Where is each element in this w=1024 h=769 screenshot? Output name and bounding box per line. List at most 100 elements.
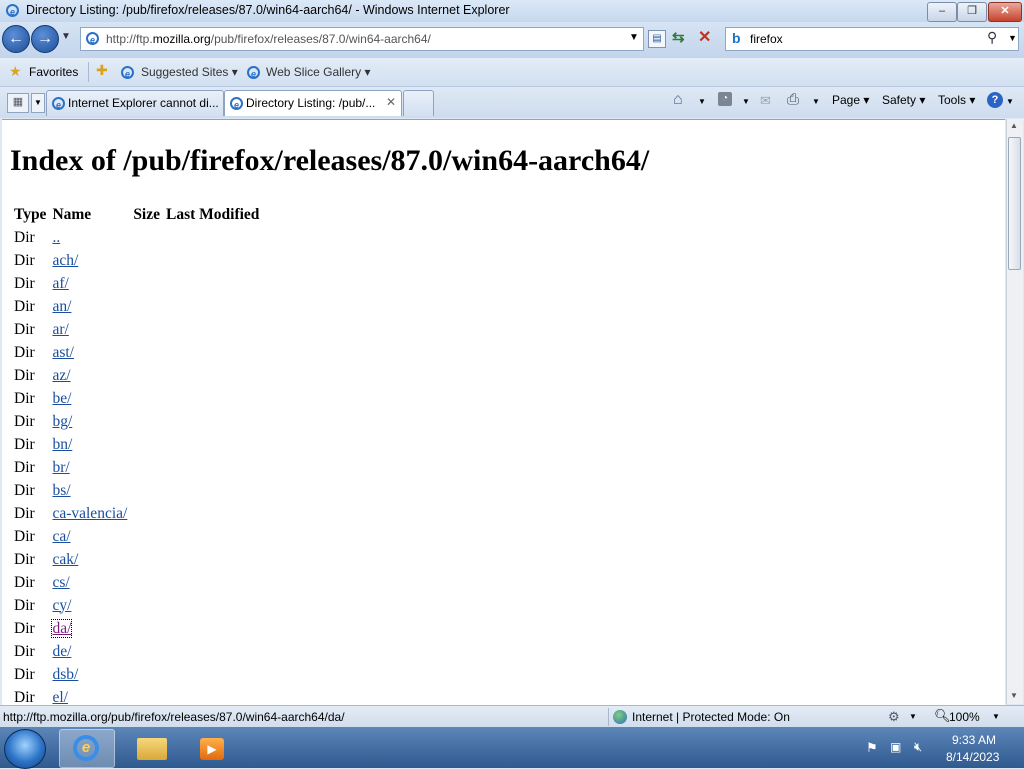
page-menu-label: Page [832,93,861,107]
quick-tabs-icon[interactable]: ▦ [7,93,29,113]
maximize-button[interactable]: ❐ [957,2,987,22]
page-menu-button[interactable]: Page ▾ [832,93,869,107]
entry-type: Dir [14,435,35,453]
entry-type: Dir [14,619,35,637]
entry-type: Dir [14,251,35,269]
address-dropdown-icon[interactable]: ▼ [629,32,639,43]
print-dropdown-icon[interactable]: ▼ [812,97,820,106]
close-tab-icon[interactable]: ✕ [386,95,396,109]
entry-name-cell: bn/ [50,434,129,455]
directory-link[interactable]: el/ [52,689,68,706]
zoom-dropdown-icon[interactable]: ▼ [992,712,1000,721]
taskbar-windows-explorer[interactable] [124,729,180,768]
directory-link[interactable]: de/ [52,643,71,660]
volume-muted-icon[interactable]: 🔇︎ [914,739,922,755]
directory-link[interactable]: cy/ [52,597,71,614]
entry-type: Dir [14,274,35,292]
clock-time[interactable]: 9:33 AM [952,733,996,747]
table-row: Dir bg/ [12,411,261,432]
directory-link[interactable]: bn/ [52,436,72,453]
new-tab-button[interactable] [403,90,434,116]
table-row: Dir be/ [12,388,261,409]
action-center-flag-icon[interactable]: ⚑ [866,740,878,756]
favorites-star-icon: ★ [9,63,22,79]
home-icon[interactable]: ⌂ [673,91,683,109]
print-icon[interactable]: ⎙ [787,91,799,108]
directory-link[interactable]: ast/ [52,344,74,361]
directory-link[interactable]: cak/ [52,551,78,568]
directory-link[interactable]: be/ [52,390,71,407]
feeds-icon[interactable]: ◔ [718,92,732,106]
read-mail-icon[interactable]: ✉ [760,93,771,109]
table-row: Dir cs/ [12,572,261,593]
close-window-button[interactable]: ✕ [988,2,1022,22]
directory-link[interactable]: ach/ [52,252,78,269]
navigation-bar: ← → ▼ e http://ftp.mozilla.org/pub/firef… [0,22,1024,58]
taskbar-media-player[interactable]: ▶ [183,729,239,768]
taskbar-internet-explorer[interactable]: e [59,729,115,768]
tab-label: Internet Explorer cannot di... [68,96,219,110]
compatibility-view-icon[interactable]: ▤ [648,30,666,48]
tab-directory-listing[interactable]: e Directory Listing: /pub/... ✕ [224,90,402,116]
search-input[interactable]: firefox [750,32,783,46]
forward-button[interactable]: → [31,25,59,53]
address-url[interactable]: http://ftp.mozilla.org/pub/firefox/relea… [106,32,431,46]
add-to-favorites-bar-icon[interactable]: ✚ [96,62,108,79]
directory-link[interactable]: ca-valencia/ [52,505,127,522]
safety-menu-button[interactable]: Safety ▾ [882,93,925,107]
table-row: Dir de/ [12,641,261,662]
favorites-button[interactable]: Favorites [29,65,78,79]
directory-link[interactable]: ca/ [52,528,70,545]
directory-link[interactable]: an/ [52,298,71,315]
directory-link[interactable]: bs/ [52,482,70,499]
back-button[interactable]: ← [2,25,30,53]
search-options-dropdown-icon[interactable]: ▼ [1008,33,1017,43]
network-icon[interactable]: ▣ [890,740,901,754]
help-icon[interactable]: ? [987,92,1003,108]
address-bar[interactable]: e http://ftp.mozilla.org/pub/firefox/rel… [80,27,644,51]
directory-link[interactable]: af/ [52,275,68,292]
entry-name-cell: ar/ [50,319,129,340]
entry-type: Dir [14,596,35,614]
scrollbar-thumb[interactable] [1008,137,1021,270]
media-player-icon: ▶ [200,738,224,760]
favorites-bar: ★ Favorites ✚ e Suggested Sites ▾ e Web … [0,58,1024,87]
scroll-down-icon[interactable]: ▼ [1010,691,1018,700]
zoom-level[interactable]: 100% [949,710,980,724]
directory-link[interactable]: bg/ [52,413,72,430]
help-dropdown-icon[interactable]: ▼ [1006,97,1014,106]
web-slice-gallery-link[interactable]: Web Slice Gallery ▾ [266,65,371,79]
directory-table: Type Name Size Last Modified Dir.. Dir ach… [10,202,263,706]
clock-date[interactable]: 8/14/2023 [946,750,999,764]
feeds-dropdown-icon[interactable]: ▼ [742,97,750,106]
directory-link[interactable]: dsb/ [52,666,78,683]
refresh-icon[interactable]: ⇆ [672,28,685,46]
entry-type: Dir [14,320,35,338]
scroll-up-icon[interactable]: ▲ [1010,121,1018,130]
search-box[interactable]: b firefox ⚲ ▼ [725,27,1019,51]
taskbar: e ▶ ⚑ ▣ 🔇︎ 9:33 AM 8/14/2023 [0,727,1024,769]
security-zone-status[interactable]: Internet | Protected Mode: On [632,710,790,724]
home-dropdown-icon[interactable]: ▼ [698,97,706,106]
directory-link[interactable]: az/ [52,367,70,384]
vertical-scrollbar[interactable]: ▲ ▼ [1006,119,1023,704]
directory-link[interactable]: br/ [52,459,69,476]
protected-mode-dropdown-icon[interactable]: ▼ [909,712,917,721]
start-button[interactable] [4,729,46,769]
tab-ie-cannot-display[interactable]: e Internet Explorer cannot di... [46,90,224,116]
tools-menu-button[interactable]: Tools ▾ [938,93,975,107]
stop-icon[interactable]: ✕ [698,27,711,47]
entry-type: Dir [14,228,35,246]
directory-link[interactable]: ar/ [52,321,68,338]
suggested-sites-link[interactable]: Suggested Sites ▾ [141,65,238,79]
recent-pages-dropdown-icon[interactable]: ▼ [61,31,71,42]
directory-link[interactable]: da/ [51,618,73,638]
tab-list-dropdown-icon[interactable]: ▼ [31,93,45,113]
protected-mode-icon[interactable]: ⚙ [888,709,900,725]
minimize-button[interactable]: – [927,2,957,22]
directory-link[interactable]: .. [52,229,60,246]
entry-name-cell: .. [50,227,129,248]
search-icon[interactable]: ⚲ [987,29,997,46]
directory-link[interactable]: cs/ [52,574,69,591]
entry-type: Dir [14,642,35,660]
